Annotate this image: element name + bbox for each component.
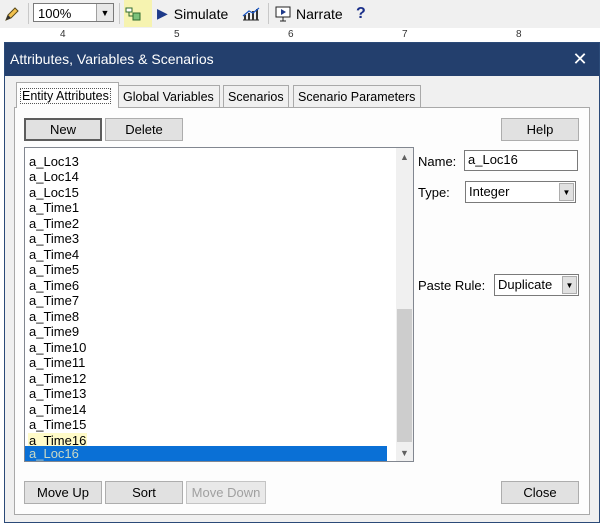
list-item[interactable]: a_Loc14 [28,169,80,184]
ruler-tick: 6 [288,29,294,40]
new-button[interactable]: New [24,118,102,141]
tab-global-variables[interactable]: Global Variables [118,85,220,107]
chevron-down-icon: ▼ [559,183,574,201]
move-down-button[interactable]: Move Down [186,481,266,504]
scroll-up-icon[interactable]: ▲ [396,148,413,165]
move-up-button[interactable]: Move Up [24,481,102,504]
chart-icon[interactable] [241,0,265,27]
chevron-down-icon: ▼ [562,276,577,294]
help-icon[interactable]: ? [356,0,366,27]
simulate-button[interactable]: ▶ Simulate [157,0,228,27]
list-item[interactable]: a_Time10 [28,340,87,355]
narrate-button[interactable]: Narrate [274,0,343,27]
list-item[interactable]: a_Time3 [28,231,80,246]
list-item-selected[interactable]: a_Loc16 [25,446,387,461]
zoom-value: 100% [38,6,72,21]
type-select[interactable]: Integer ▼ [465,181,576,203]
list-item[interactable]: a_Time9 [28,324,80,339]
layout-toggle-icon[interactable] [124,0,152,27]
attribute-list[interactable]: a_Loc13 a_Loc14 a_Loc15 a_Time1 a_Time2 … [24,147,414,462]
chevron-down-icon: ▼ [96,4,113,21]
zoom-select[interactable]: 100% ▼ [33,3,114,22]
close-button[interactable]: Close [501,481,579,504]
list-item[interactable]: a_Loc15 [28,185,80,200]
name-field[interactable]: a_Loc16 [464,150,578,171]
name-label: Name: [418,154,457,169]
list-item[interactable]: a_Time15 [28,417,87,432]
help-glyph: ? [356,4,366,22]
tab-label: Scenarios [228,89,284,104]
ruler-tick: 4 [60,29,66,40]
app-toolbar: 100% ▼ ▶ Simulate Narrate ? [0,0,600,29]
close-icon[interactable]: ✕ [565,45,595,73]
paste-rule-label: Paste Rule: [418,278,486,293]
ruler-tick: 5 [174,29,180,40]
tab-scenario-parameters[interactable]: Scenario Parameters [293,85,421,107]
ruler-tick: 8 [516,29,522,40]
list-item[interactable]: a_Time2 [28,216,80,231]
list-scrollbar[interactable]: ▲ ▼ [396,148,413,461]
type-label: Type: [418,185,450,200]
attributes-dialog: Attributes, Variables & Scenarios ✕ Enti… [4,42,600,523]
list-item[interactable]: a_Time7 [28,293,80,308]
ruler: 4 5 6 7 8 [0,28,600,43]
list-item[interactable]: a_Loc13 [28,154,80,169]
list-item[interactable]: a_Time1 [28,200,80,215]
tab-scenarios[interactable]: Scenarios [223,85,289,107]
list-item[interactable]: a_Time14 [28,402,87,417]
tab-label: Entity Attributes [20,87,111,104]
sort-button[interactable]: Sort [105,481,183,504]
list-item[interactable]: a_Time6 [28,278,80,293]
narrate-label: Narrate [296,5,343,22]
simulate-label: Simulate [173,5,229,22]
ruler-tick: 7 [402,29,408,40]
type-value: Integer [469,184,510,199]
list-item[interactable]: a_Time8 [28,309,80,324]
tab-entity-attributes[interactable]: Entity Attributes [16,82,119,108]
dialog-title: Attributes, Variables & Scenarios [10,51,214,67]
list-item[interactable]: a_Time11 [28,355,86,370]
scroll-thumb[interactable] [397,309,412,442]
tab-label: Scenario Parameters [298,89,416,104]
pencil-icon[interactable] [4,0,24,27]
dialog-titlebar[interactable]: Attributes, Variables & Scenarios ✕ [5,43,599,76]
list-item[interactable]: a_Time12 [28,371,87,386]
list-item[interactable]: a_Time5 [28,262,80,277]
list-item[interactable]: a_Time13 [28,386,87,401]
list-item[interactable]: a_Time4 [28,247,80,262]
play-icon: ▶ [157,5,168,21]
help-button[interactable]: Help [501,118,579,141]
delete-button[interactable]: Delete [105,118,183,141]
presentation-icon [274,5,292,22]
scroll-down-icon[interactable]: ▼ [396,444,413,461]
paste-rule-select[interactable]: Duplicate ▼ [494,274,579,296]
paste-rule-value: Duplicate [498,277,553,292]
tab-label: Global Variables [123,89,214,104]
